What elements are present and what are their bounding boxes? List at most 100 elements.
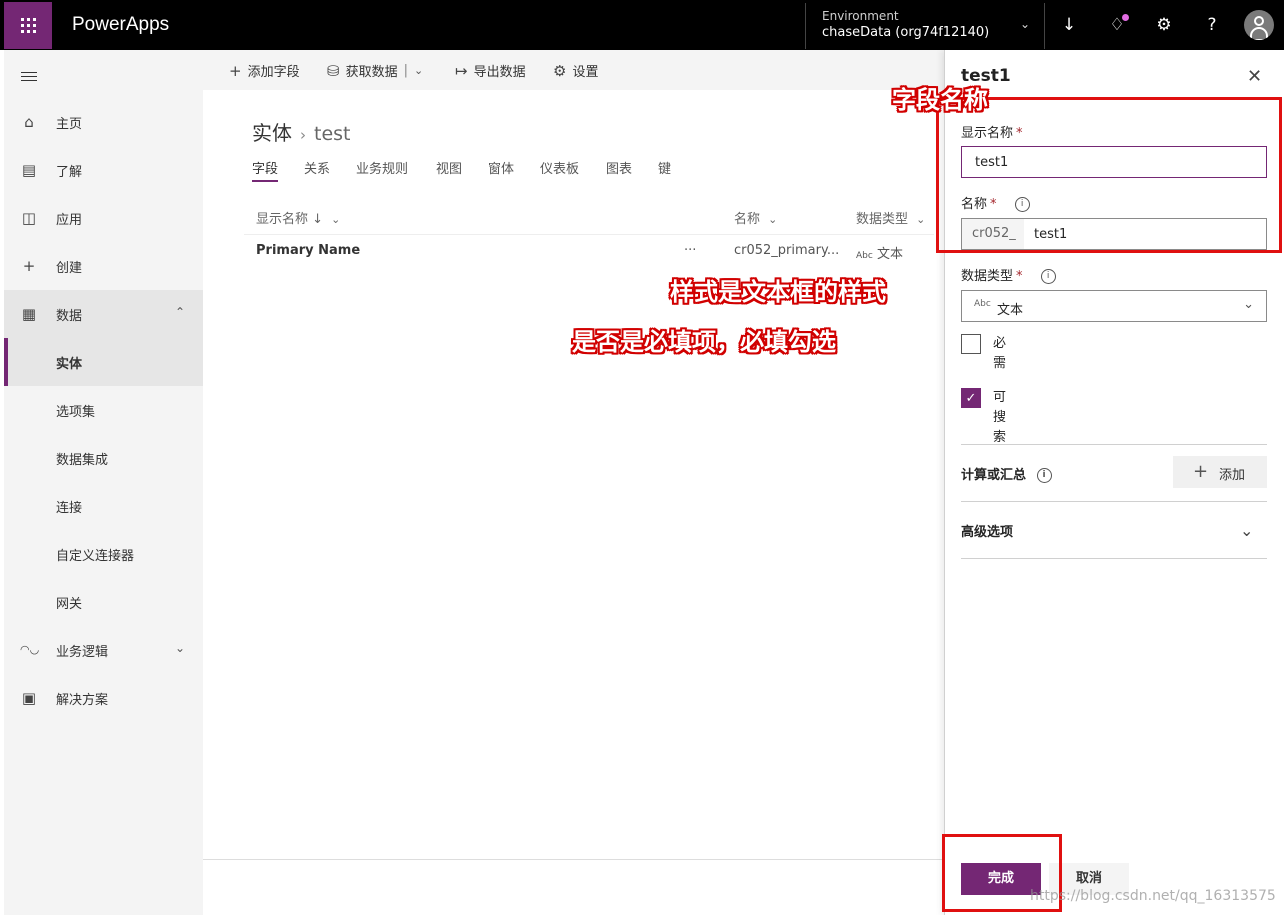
tab-views[interactable]: 视图: [436, 158, 462, 177]
gear-icon: ⚙: [553, 61, 567, 80]
required-checkbox[interactable]: [961, 334, 981, 354]
tab-forms[interactable]: 窗体: [488, 158, 514, 177]
plus-icon: +: [229, 61, 242, 80]
nav-item-gateways[interactable]: 网关: [4, 578, 203, 626]
tab-charts[interactable]: 图表: [606, 158, 632, 177]
tab-fields[interactable]: 字段: [252, 158, 279, 182]
nav-item-entities[interactable]: 实体: [4, 338, 203, 386]
nav-label: 实体: [56, 357, 83, 372]
nav-item-business-logic[interactable]: ◠◡ 业务逻辑 ⌄: [4, 626, 203, 674]
nav-item-home[interactable]: ⌂ 主页: [4, 98, 203, 146]
top-bar: PowerApps Environment chaseData (org74f1…: [0, 0, 1284, 50]
environment-selector[interactable]: Environment chaseData (org74f12140) ⌄: [805, 3, 1045, 49]
column-header-display-name[interactable]: 显示名称 ↓ ⌄: [256, 208, 340, 227]
gear-icon[interactable]: ⚙: [1151, 12, 1177, 38]
flow-icon: ◠◡: [20, 643, 40, 656]
settings-button[interactable]: ⚙ 设置: [553, 61, 599, 81]
divider: [961, 501, 1267, 502]
environment-value: chaseData (org74f12140): [822, 25, 990, 40]
apps-icon: ◫: [21, 209, 37, 227]
tab-keys[interactable]: 键: [658, 158, 671, 177]
export-data-button[interactable]: ↦ 导出数据: [455, 61, 526, 81]
chevron-down-icon[interactable]: ⌄: [414, 64, 423, 77]
column-header-name[interactable]: 名称 ⌄: [734, 208, 777, 227]
nav-item-data-integration[interactable]: 数据集成: [4, 434, 203, 482]
text-type-icon: Abc: [856, 251, 873, 261]
get-data-label: 获取数据: [345, 65, 398, 80]
add-button-label: 添加: [1219, 468, 1246, 483]
brand-name[interactable]: PowerApps: [72, 14, 169, 36]
nav-item-connections[interactable]: 连接: [4, 482, 203, 530]
nav-label: 了解: [56, 165, 83, 180]
nav-label: 选项集: [56, 405, 96, 420]
breadcrumb-root[interactable]: 实体: [252, 121, 292, 145]
divider: [961, 558, 1267, 559]
searchable-checkbox[interactable]: ✓: [961, 388, 981, 408]
nav-label: 主页: [56, 117, 83, 132]
annotation-style-note: 样式是文本框的样式: [670, 278, 886, 306]
tab-dashboards[interactable]: 仪表板: [540, 158, 579, 177]
row-more-button[interactable]: ···: [684, 243, 696, 258]
chevron-down-icon: ⌄: [1243, 297, 1254, 312]
download-icon[interactable]: ↓: [1056, 12, 1082, 38]
nav-item-learn[interactable]: ▤ 了解: [4, 146, 203, 194]
column-header-data-type[interactable]: 数据类型 ⌄: [856, 208, 925, 227]
row-name: cr052_primary...: [734, 243, 840, 258]
settings-label: 设置: [572, 65, 599, 80]
nav-label: 连接: [56, 501, 83, 516]
help-icon[interactable]: ?: [1199, 12, 1225, 38]
nav-label: 数据集成: [56, 453, 109, 468]
chevron-down-icon: ⌄: [916, 213, 926, 226]
calculated-rollup-label: 计算或汇总 i: [961, 464, 1052, 483]
nav-label: 数据: [56, 309, 83, 324]
tab-relationships[interactable]: 关系: [304, 158, 330, 177]
nav-label: 创建: [56, 261, 83, 276]
annotation-required-note: 是否是必填项，必填勾选: [572, 328, 836, 356]
close-icon[interactable]: ✕: [1247, 66, 1262, 87]
info-icon[interactable]: i: [1040, 269, 1056, 284]
text-type-icon: Abc: [974, 299, 991, 309]
nav-label: 应用: [56, 213, 83, 228]
breadcrumb: 实体 › test: [252, 117, 351, 146]
data-type-select[interactable]: Abc 文本 ⌄: [961, 290, 1267, 322]
environment-label: Environment: [822, 9, 899, 23]
nav-item-solutions[interactable]: ▣ 解决方案: [4, 674, 203, 722]
divider: [203, 859, 944, 860]
book-icon: ▤: [21, 161, 37, 179]
nav-item-apps[interactable]: ◫ 应用: [4, 194, 203, 242]
add-field-button[interactable]: + 添加字段: [229, 61, 300, 81]
nav-item-create[interactable]: + 创建: [4, 242, 203, 290]
hamburger-menu-icon[interactable]: [21, 72, 37, 82]
row-display-name[interactable]: Primary Name: [256, 243, 360, 258]
chevron-down-icon: ⌄: [768, 213, 778, 226]
column-header-label: 数据类型: [856, 212, 909, 227]
nav-label: 自定义连接器: [56, 549, 135, 564]
required-checkbox-label: 必需: [993, 336, 1007, 371]
export-data-label: 导出数据: [473, 65, 526, 80]
plus-icon: +: [1193, 461, 1209, 482]
chevron-down-icon[interactable]: ⌄: [1240, 521, 1253, 540]
avatar[interactable]: [1244, 10, 1274, 40]
info-icon[interactable]: i: [1036, 468, 1052, 483]
chevron-down-icon: ⌄: [331, 213, 341, 226]
nav-item-custom-connectors[interactable]: 自定义连接器: [4, 530, 203, 578]
chevron-right-icon: ›: [300, 126, 306, 144]
plus-icon: +: [22, 257, 36, 275]
table-icon: ▦: [21, 305, 37, 323]
app-launcher-button[interactable]: [4, 2, 52, 49]
nav-item-data[interactable]: ▦ 数据 ⌃: [4, 290, 203, 338]
row-data-type: Abc 文本: [856, 243, 903, 262]
data-type-label-text: 数据类型: [961, 269, 1014, 284]
advanced-options-label[interactable]: 高级选项: [961, 521, 1013, 540]
tab-business-rules[interactable]: 业务规则: [356, 158, 408, 177]
get-data-button[interactable]: ⛁ 获取数据 | ⌄: [327, 61, 423, 81]
column-header-label: 显示名称 ↓: [256, 212, 324, 227]
command-bar: + 添加字段 ⛁ 获取数据 | ⌄ ↦ 导出数据 ⚙ 设置: [203, 50, 944, 90]
nav-item-option-sets[interactable]: 选项集: [4, 386, 203, 434]
add-calculation-button[interactable]: + 添加: [1173, 456, 1267, 488]
annotation-box-field-name: [936, 97, 1282, 253]
chevron-down-icon: ⌄: [174, 641, 185, 655]
breadcrumb-current: test: [314, 123, 351, 145]
row-data-type-label: 文本: [876, 247, 903, 262]
nav-label: 业务逻辑: [56, 645, 109, 660]
